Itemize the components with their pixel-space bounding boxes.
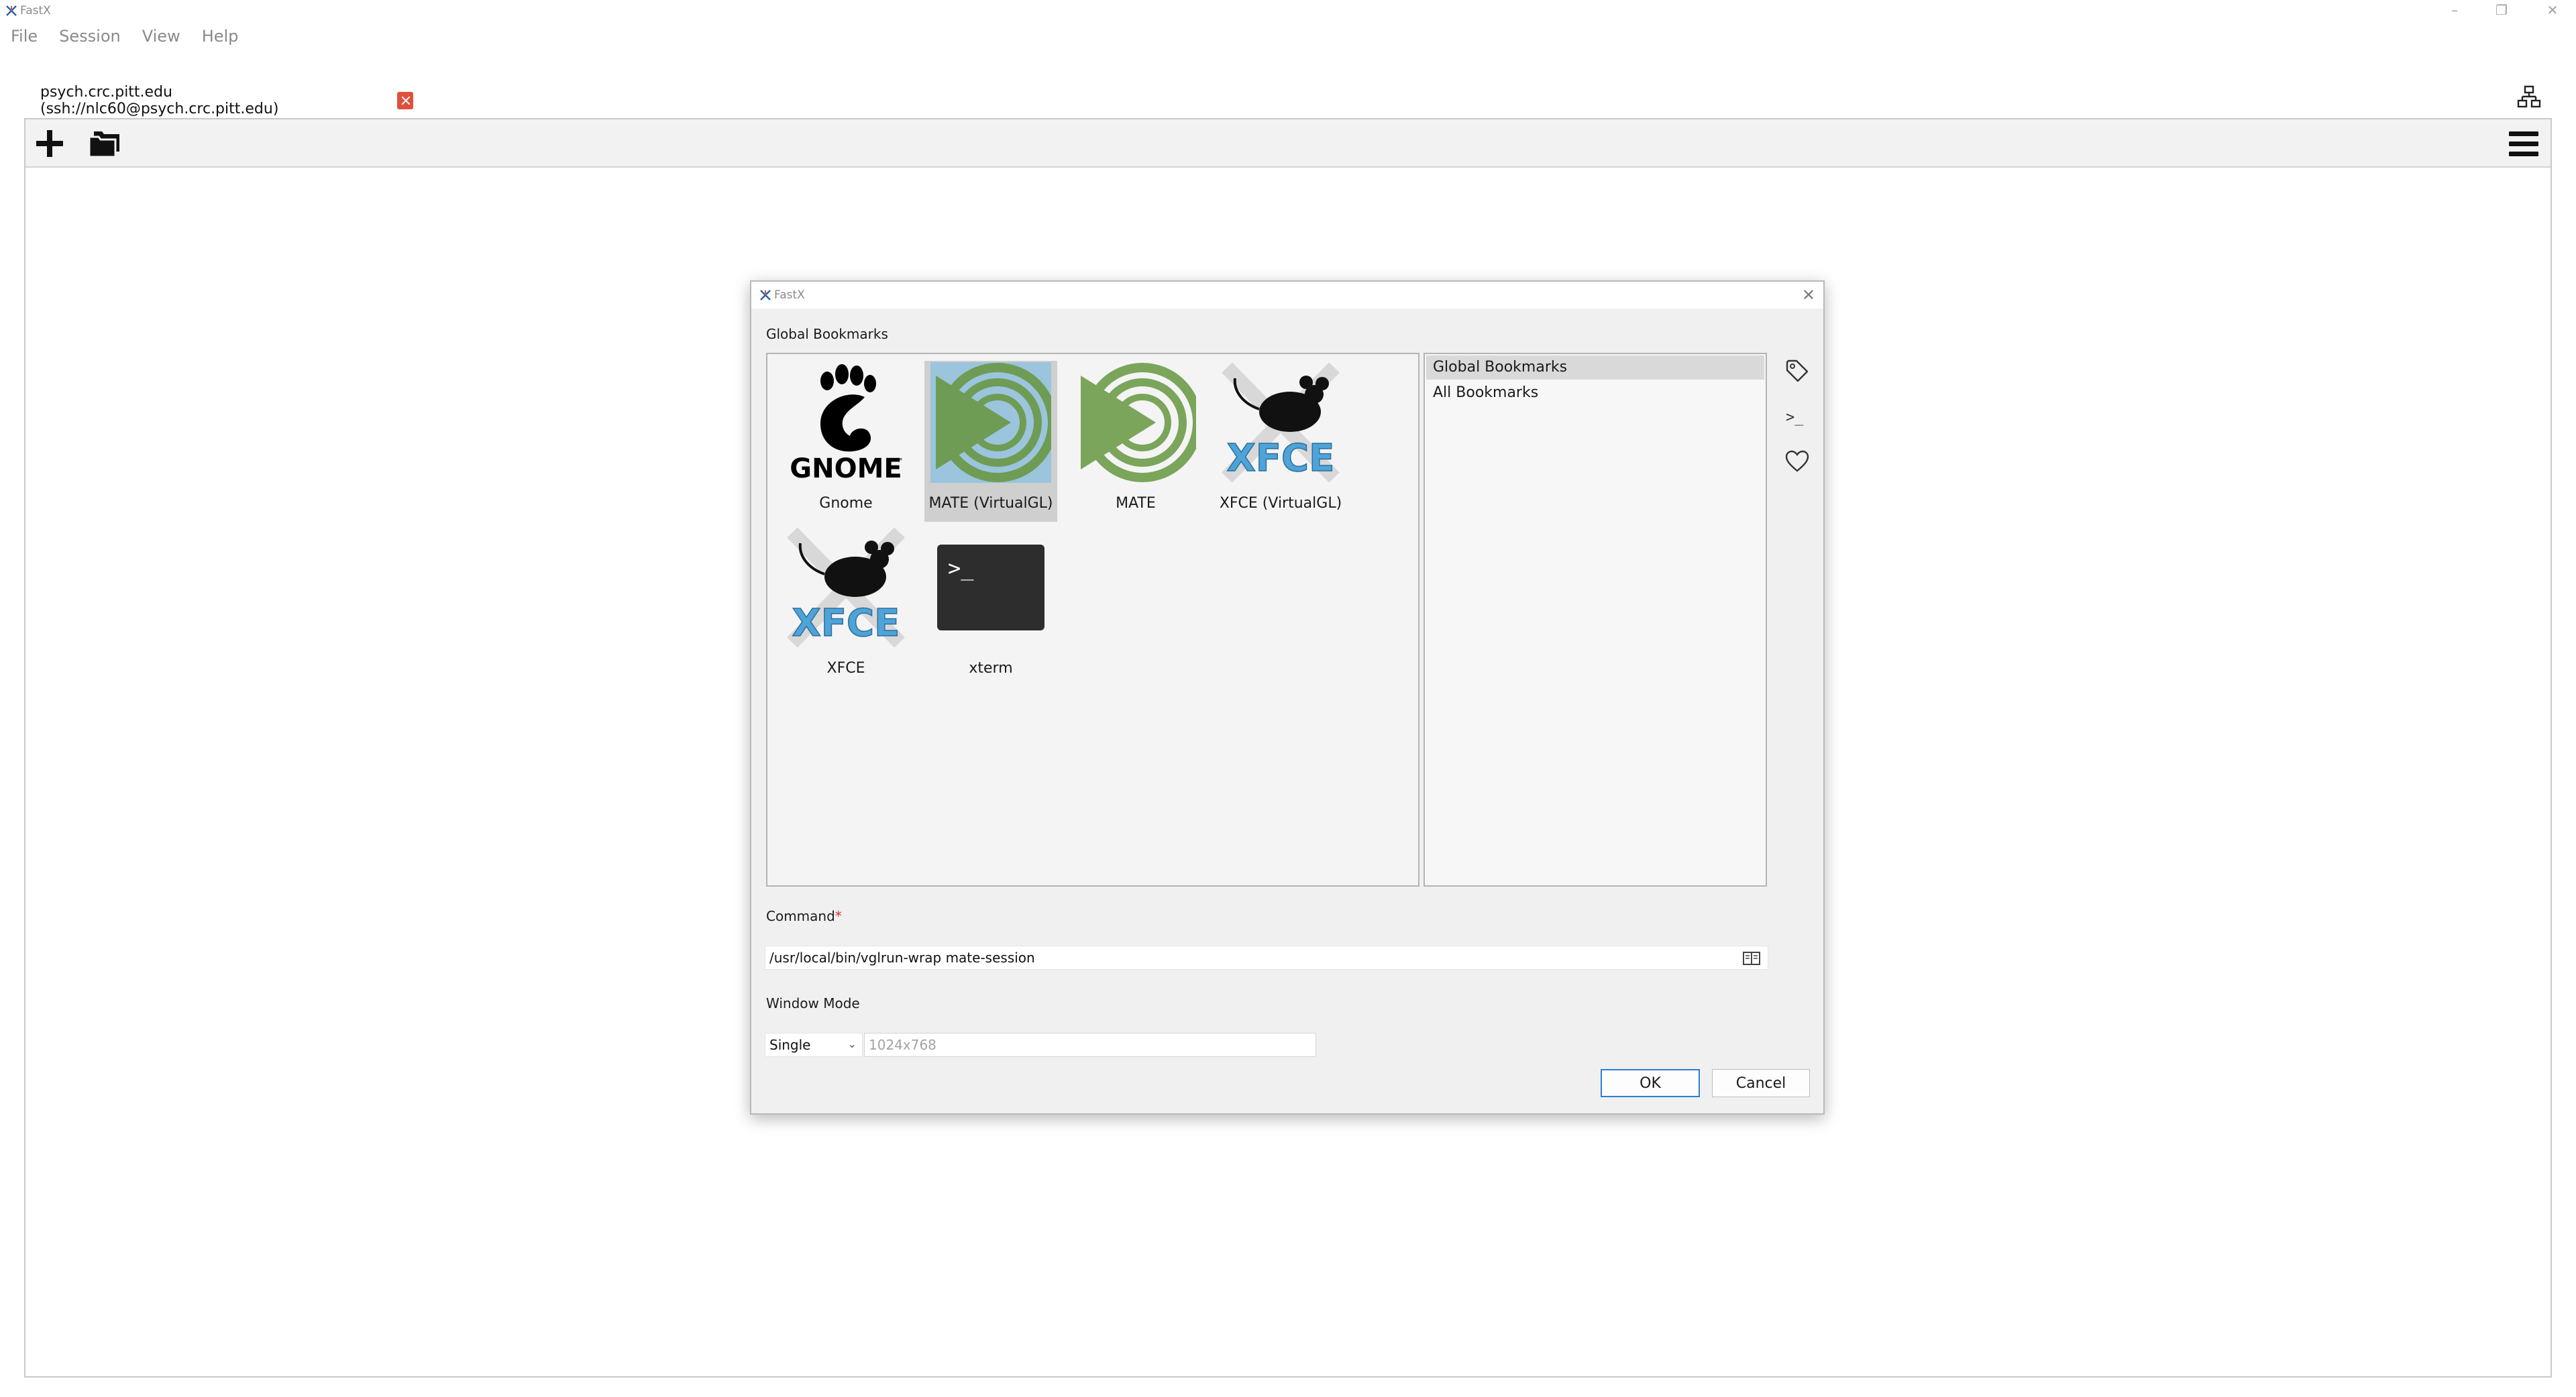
xfce-logo-icon: XFCE [787,527,905,648]
chevron-down-icon: ⌄ [847,1038,857,1050]
folders-icon[interactable] [87,129,122,158]
command-label-text: Command [766,908,835,924]
window-close-button[interactable]: ✕ [2536,0,2569,21]
bookmark-tile-gnome[interactable]: GNOME ™ Gnome [780,361,912,522]
network-icon[interactable] [2517,85,2541,109]
window-mode-value: Single [769,1037,811,1053]
cancel-button[interactable]: Cancel [1712,1069,1810,1097]
fastx-logo-icon [760,290,771,300]
connection-tab-label: psych.crc.pitt.edu (ssh://nlc60@psych.cr… [40,84,279,117]
mate-logo-icon [930,362,1051,483]
hamburger-menu-icon[interactable] [2509,131,2538,157]
list-item-global-bookmarks[interactable]: Global Bookmarks [1426,355,1764,380]
menu-bar: File Session View Help [0,24,249,48]
menu-view[interactable]: View [131,24,191,48]
command-value: /usr/local/bin/vglrun-wrap mate-session [769,950,1035,966]
bookmark-tile-mate-virtualgl[interactable]: MATE (VirtualGL) [924,361,1057,522]
list-item-all-bookmarks[interactable]: All Bookmarks [1426,381,1764,405]
window-mode-select[interactable]: Single ⌄ [765,1033,863,1057]
window-titlebar: FastX – ❐ ✕ [0,0,2576,21]
tag-icon[interactable] [1784,358,1810,384]
terminal-icon: >_ [937,545,1044,630]
required-marker: * [835,908,842,924]
tile-label: xterm [969,660,1013,677]
gnome-logo-icon: GNOME ™ [790,364,904,483]
menu-session[interactable]: Session [48,24,131,48]
xfce-wordmark: XFCE [792,602,900,645]
window-size-input[interactable]: 1024x768 [864,1033,1316,1057]
side-prompt-text: >_ [1786,409,1804,426]
bookmark-tile-xfce-virtualgl[interactable]: XFCE XFCE (VirtualGL) [1214,361,1347,522]
terminal-prompt-text: >_ [948,555,974,581]
bookmarks-heading: Global Bookmarks [766,326,888,342]
command-input[interactable]: /usr/local/bin/vglrun-wrap mate-session [765,946,1768,970]
launch-session-dialog: FastX ✕ Global Bookmarks GNOME ™ Gnome M… [750,280,1825,1115]
tile-label: XFCE [826,660,865,677]
book-icon[interactable] [1742,950,1761,966]
window-size-placeholder: 1024x768 [869,1037,936,1053]
dialog-close-button[interactable]: ✕ [1802,286,1815,304]
bookmark-grid: GNOME ™ Gnome MATE (VirtualGL) MATE XFCE… [766,353,1419,887]
tile-label: Gnome [819,495,873,512]
mate-logo-icon [1081,363,1196,482]
gnome-wordmark: GNOME [790,453,902,483]
plus-icon[interactable] [35,129,64,158]
terminal-prompt-icon[interactable]: >_ [1784,404,1810,429]
menu-file[interactable]: File [0,24,48,48]
window-mode-label: Window Mode [766,995,860,1011]
close-tab-icon[interactable] [396,92,413,109]
tile-label: MATE [1116,495,1156,512]
bookmark-tile-mate[interactable]: MATE [1069,361,1202,522]
toolbar [25,119,2551,168]
window-title: FastX [20,4,51,17]
tile-label: XFCE (VirtualGL) [1219,495,1342,512]
heart-icon[interactable] [1784,449,1810,475]
bookmark-tile-xterm[interactable]: >_ xterm [924,526,1057,687]
connection-tab[interactable]: psych.crc.pitt.edu (ssh://nlc60@psych.cr… [25,83,413,118]
gnome-trademark: ™ [896,457,904,466]
dialog-titlebar: FastX ✕ [751,282,1823,309]
xfce-wordmark: XFCE [1227,437,1335,480]
command-label: Command* [766,908,842,924]
xfce-logo-icon: XFCE [1222,362,1340,483]
tile-label: MATE (VirtualGL) [928,495,1053,512]
dialog-title: FastX [774,288,805,302]
ok-button[interactable]: OK [1601,1069,1700,1097]
bookmark-tile-xfce[interactable]: XFCE XFCE [780,526,912,687]
restore-button[interactable]: ❐ [2485,0,2518,21]
menu-help[interactable]: Help [191,24,250,48]
fastx-logo-icon [6,5,17,16]
bookmark-list: Global Bookmarks All Bookmarks [1424,353,1767,887]
minimize-button[interactable]: – [2438,0,2471,21]
